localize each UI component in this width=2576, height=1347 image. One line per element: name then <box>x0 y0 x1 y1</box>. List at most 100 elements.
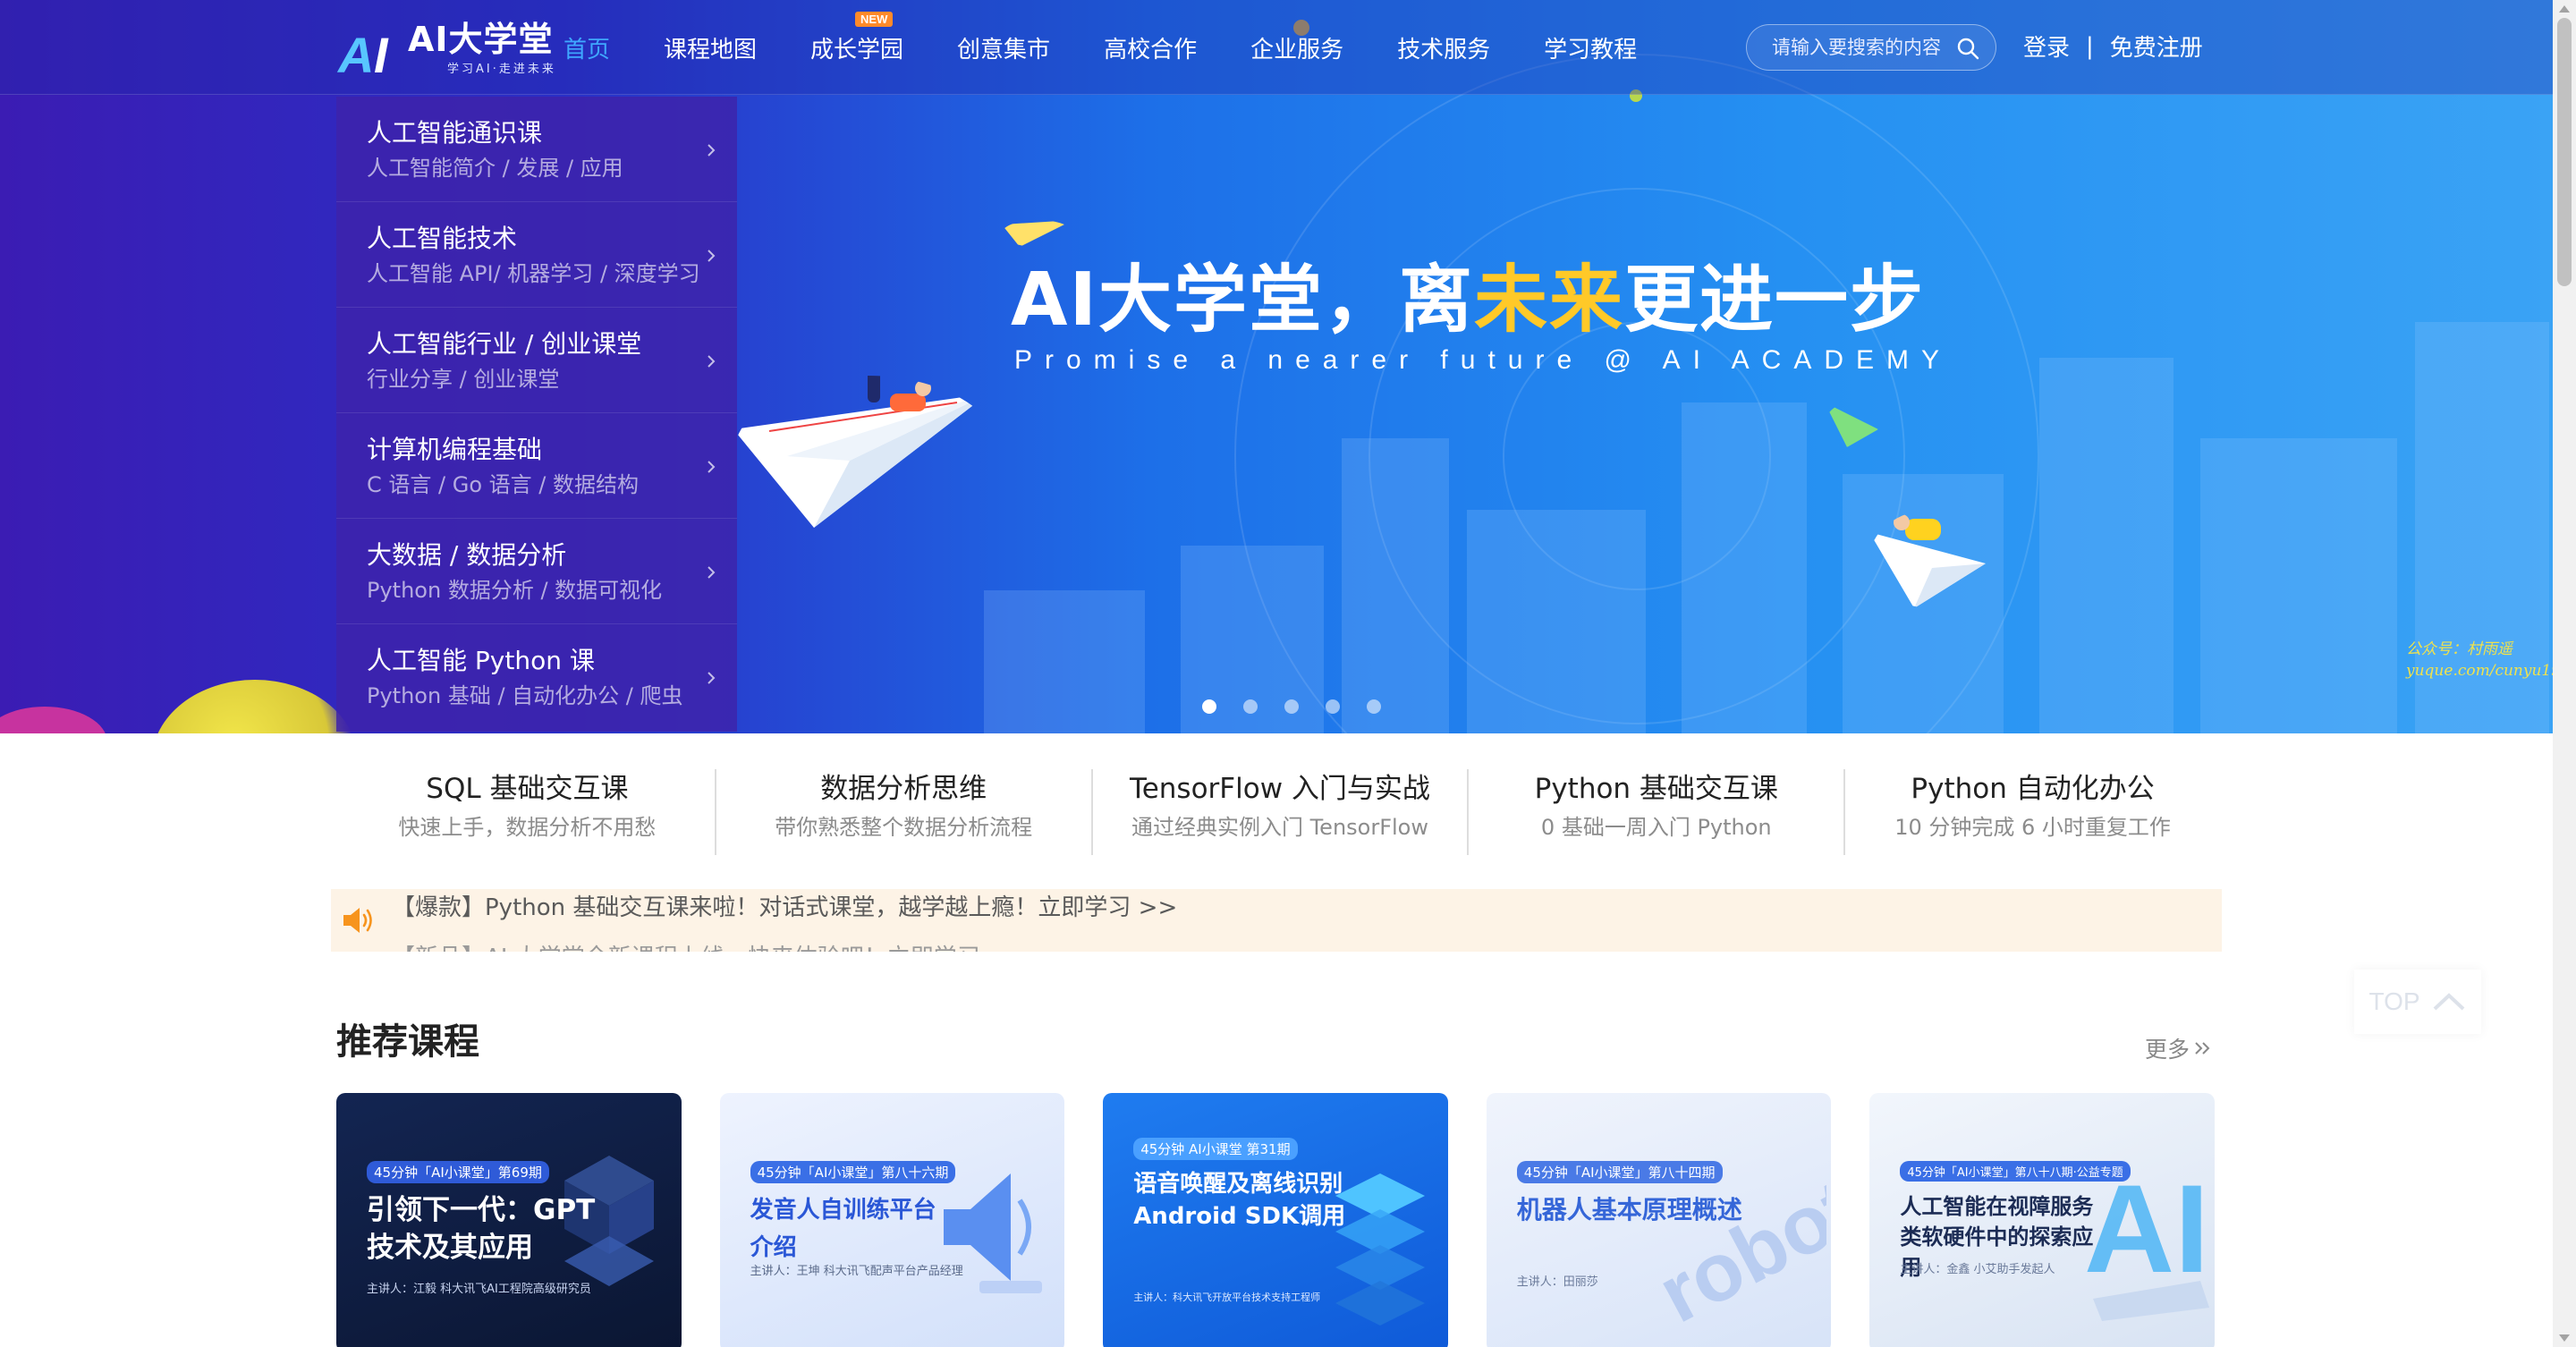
feature-course-python-basic[interactable]: Python 基础交互课 0 基础一周入门 Python <box>1469 769 1846 855</box>
menu-item-title: 计算机编程基础 <box>367 435 543 464</box>
announcement-bar: 【爆款】Python 基础交互课来啦！对话式课堂，越学越上瘾！立即学习 >> 【… <box>331 889 2222 952</box>
carousel-dot-1[interactable] <box>1202 699 1216 714</box>
nav-creative-market[interactable]: 创意集市 <box>957 31 1050 64</box>
feature-title: TensorFlow 入门与实战 <box>1130 773 1430 805</box>
menu-item-title: 人工智能行业 / 创业课堂 <box>367 329 642 359</box>
nav-enterprise-service[interactable]: 企业服务 <box>1250 31 1343 64</box>
menu-item-subtitle: Python 数据分析 / 数据可视化 <box>367 578 663 603</box>
course-card[interactable]: 45分钟 AI小课堂 第31期 语音唤醒及离线识别 Android SDK调用 … <box>1103 1093 1448 1347</box>
chevron-right-icon <box>708 566 716 579</box>
search-input[interactable] <box>1772 37 1951 58</box>
scrollbar-thumb[interactable] <box>2557 18 2572 286</box>
course-speaker: 主讲人：科大讯飞开放平台技术支持工程师 <box>1133 1292 1321 1303</box>
chevron-up-icon <box>2433 993 2464 1011</box>
course-speaker: 主讲人：金鑫 小艾助手发起人 <box>1900 1263 2055 1276</box>
chevron-right-icon <box>708 250 716 262</box>
announcement-text[interactable]: 【爆款】Python 基础交互课来啦！对话式课堂，越学越上瘾！立即学习 >> <box>392 889 1177 922</box>
course-title: 发音人自训练平台介绍 <box>750 1197 936 1261</box>
carousel-dot-2[interactable] <box>1243 699 1258 714</box>
carousel-dot-3[interactable] <box>1284 699 1299 714</box>
logo-mark-icon: AI <box>338 27 388 83</box>
feature-course-sql[interactable]: SQL 基础交互课 快速上手，数据分析不用愁 <box>340 769 716 855</box>
menu-item-programming[interactable]: 计算机编程基础 C 语言 / Go 语言 / 数据结构 <box>336 413 737 519</box>
carousel-dot-4[interactable] <box>1326 699 1340 714</box>
chevron-right-icon <box>708 672 716 684</box>
announcement-text-next[interactable]: 【新品】AI 大学堂全新课程上线，快来体验吧！立即学习 >> <box>392 939 1027 952</box>
feature-subtitle: 10 分钟完成 6 小时重复工作 <box>1894 815 2171 840</box>
course-tag: 45分钟「AI小课堂」第八十八期·公益专题 <box>1900 1161 2131 1182</box>
feature-title: Python 基础交互课 <box>1534 773 1778 805</box>
menu-item-subtitle: 行业分享 / 创业课堂 <box>367 367 560 392</box>
nav-home[interactable]: 首页 <box>564 31 610 64</box>
speaker-icon <box>343 908 372 933</box>
auth-separator: | <box>2086 32 2094 60</box>
watermark: 公众号：村雨遥 yuque.com/cunyu1943 <box>2406 640 2553 680</box>
course-tag: 45分钟 AI小课堂 第31期 <box>1133 1138 1298 1160</box>
top-navbar: AI AI大学堂 学习AI·走进未来 首页 课程地图 成长学园 NEW 创意集市… <box>0 0 2553 95</box>
course-card-list: 45分钟「AI小课堂」第69期 引领下一代：GPT技术及其应用 主讲人：江毅 科… <box>336 1093 2215 1347</box>
course-speaker: 主讲人：田丽莎 <box>1516 1275 1598 1289</box>
menu-item-subtitle: C 语言 / Go 语言 / 数据结构 <box>367 472 639 497</box>
city-building <box>2200 438 2397 733</box>
course-card[interactable]: robot 45分钟「AI小课堂」第八十四期 机器人基本原理概述 主讲人：田丽莎 <box>1486 1093 1832 1347</box>
chevron-right-icon <box>708 461 716 473</box>
nav-tutorials[interactable]: 学习教程 <box>1544 31 1637 64</box>
site-logo[interactable]: AI AI大学堂 学习AI·走进未来 <box>338 18 556 84</box>
menu-item-python[interactable]: 人工智能 Python 课 Python 基础 / 自动化办公 / 爬虫 <box>336 624 737 730</box>
feature-title: 数据分析思维 <box>820 773 987 805</box>
logo-subtitle: 学习AI·走进未来 <box>447 62 556 76</box>
feature-course-data-thinking[interactable]: 数据分析思维 带你熟悉整个数据分析流程 <box>716 769 1093 855</box>
course-card[interactable]: AI 45分钟「AI小课堂」第八十八期·公益专题 人工智能在视障服务类软硬件中的… <box>1869 1093 2215 1347</box>
menu-item-subtitle: 人工智能简介 / 发展 / 应用 <box>367 156 623 181</box>
city-building <box>2039 358 2174 733</box>
city-building <box>984 590 1145 733</box>
course-tag: 45分钟「AI小课堂」第69期 <box>367 1161 549 1183</box>
green-dart-icon <box>1825 402 1878 447</box>
course-title: 语音唤醒及离线识别 Android SDK调用 <box>1133 1171 1346 1230</box>
scroll-up-arrow-icon[interactable] <box>2559 5 2570 13</box>
carousel-dot-5[interactable] <box>1367 699 1381 714</box>
chevron-right-icon <box>708 144 716 157</box>
nav-course-map[interactable]: 课程地图 <box>664 31 757 64</box>
course-card[interactable]: 45分钟「AI小课堂」第八十六期 发音人自训练平台介绍 主讲人：王坤 科大讯飞配… <box>719 1093 1065 1347</box>
decorative-blob <box>152 680 358 733</box>
feature-course-tensorflow[interactable]: TensorFlow 入门与实战 通过经典实例入门 TensorFlow <box>1093 769 1470 855</box>
city-building <box>1467 510 1646 733</box>
feature-course-python-office[interactable]: Python 自动化办公 10 分钟完成 6 小时重复工作 <box>1845 769 2220 855</box>
menu-item-title: 人工智能技术 <box>367 224 518 253</box>
city-building <box>1682 402 1807 733</box>
menu-item-subtitle: Python 基础 / 自动化办公 / 爬虫 <box>367 683 683 708</box>
menu-item-ai-general[interactable]: 人工智能通识课 人工智能简介 / 发展 / 应用 <box>336 97 737 202</box>
register-link[interactable]: 免费注册 <box>2110 30 2203 63</box>
double-chevron-right-icon <box>2195 1042 2210 1055</box>
course-tag: 45分钟「AI小课堂」第八十四期 <box>1516 1161 1723 1183</box>
feature-title: Python 自动化办公 <box>1911 773 2155 805</box>
login-link[interactable]: 登录 <box>2023 30 2070 63</box>
more-link[interactable]: 更多 <box>2145 1032 2213 1064</box>
menu-item-big-data[interactable]: 大数据 / 数据分析 Python 数据分析 / 数据可视化 <box>336 519 737 624</box>
back-to-top-button[interactable]: TOP <box>2354 970 2481 1034</box>
menu-item-title: 人工智能 Python 课 <box>367 646 595 675</box>
banner-headline: AI大学堂，离未来更进一步 <box>1011 258 1926 343</box>
nav-university-cooperation[interactable]: 高校合作 <box>1104 31 1197 64</box>
menu-item-subtitle: 人工智能 API/ 机器学习 / 深度学习 <box>367 261 700 286</box>
menu-item-title: 大数据 / 数据分析 <box>367 540 567 570</box>
section-title: 推荐课程 <box>336 1021 479 1063</box>
featured-courses-row: SQL 基础交互课 快速上手，数据分析不用愁 数据分析思维 带你熟悉整个数据分析… <box>340 769 2220 855</box>
course-card[interactable]: 45分钟「AI小课堂」第69期 引领下一代：GPT技术及其应用 主讲人：江毅 科… <box>336 1093 682 1347</box>
svg-text:robot: robot <box>1648 1161 1826 1334</box>
course-title: 机器人基本原理概述 <box>1516 1195 1742 1224</box>
chevron-right-icon <box>708 355 716 368</box>
paper-plane-illustration <box>733 376 988 528</box>
nav-growth-academy[interactable]: 成长学园 NEW <box>810 11 903 64</box>
feature-subtitle: 通过经典实例入门 TensorFlow <box>1131 815 1428 840</box>
nav-tech-service[interactable]: 技术服务 <box>1397 31 1490 64</box>
feature-subtitle: 0 基础一周入门 Python <box>1540 815 1772 840</box>
category-menu: 人工智能通识课 人工智能简介 / 发展 / 应用 人工智能技术 人工智能 API… <box>336 97 737 732</box>
menu-item-ai-industry[interactable]: 人工智能行业 / 创业课堂 行业分享 / 创业课堂 <box>336 308 737 413</box>
menu-item-ai-tech[interactable]: 人工智能技术 人工智能 API/ 机器学习 / 深度学习 <box>336 202 737 308</box>
search-icon[interactable] <box>1956 37 1979 60</box>
feature-subtitle: 快速上手，数据分析不用愁 <box>398 815 657 840</box>
scroll-down-arrow-icon[interactable] <box>2559 1334 2570 1342</box>
feature-subtitle: 带你熟悉整个数据分析流程 <box>775 815 1033 840</box>
